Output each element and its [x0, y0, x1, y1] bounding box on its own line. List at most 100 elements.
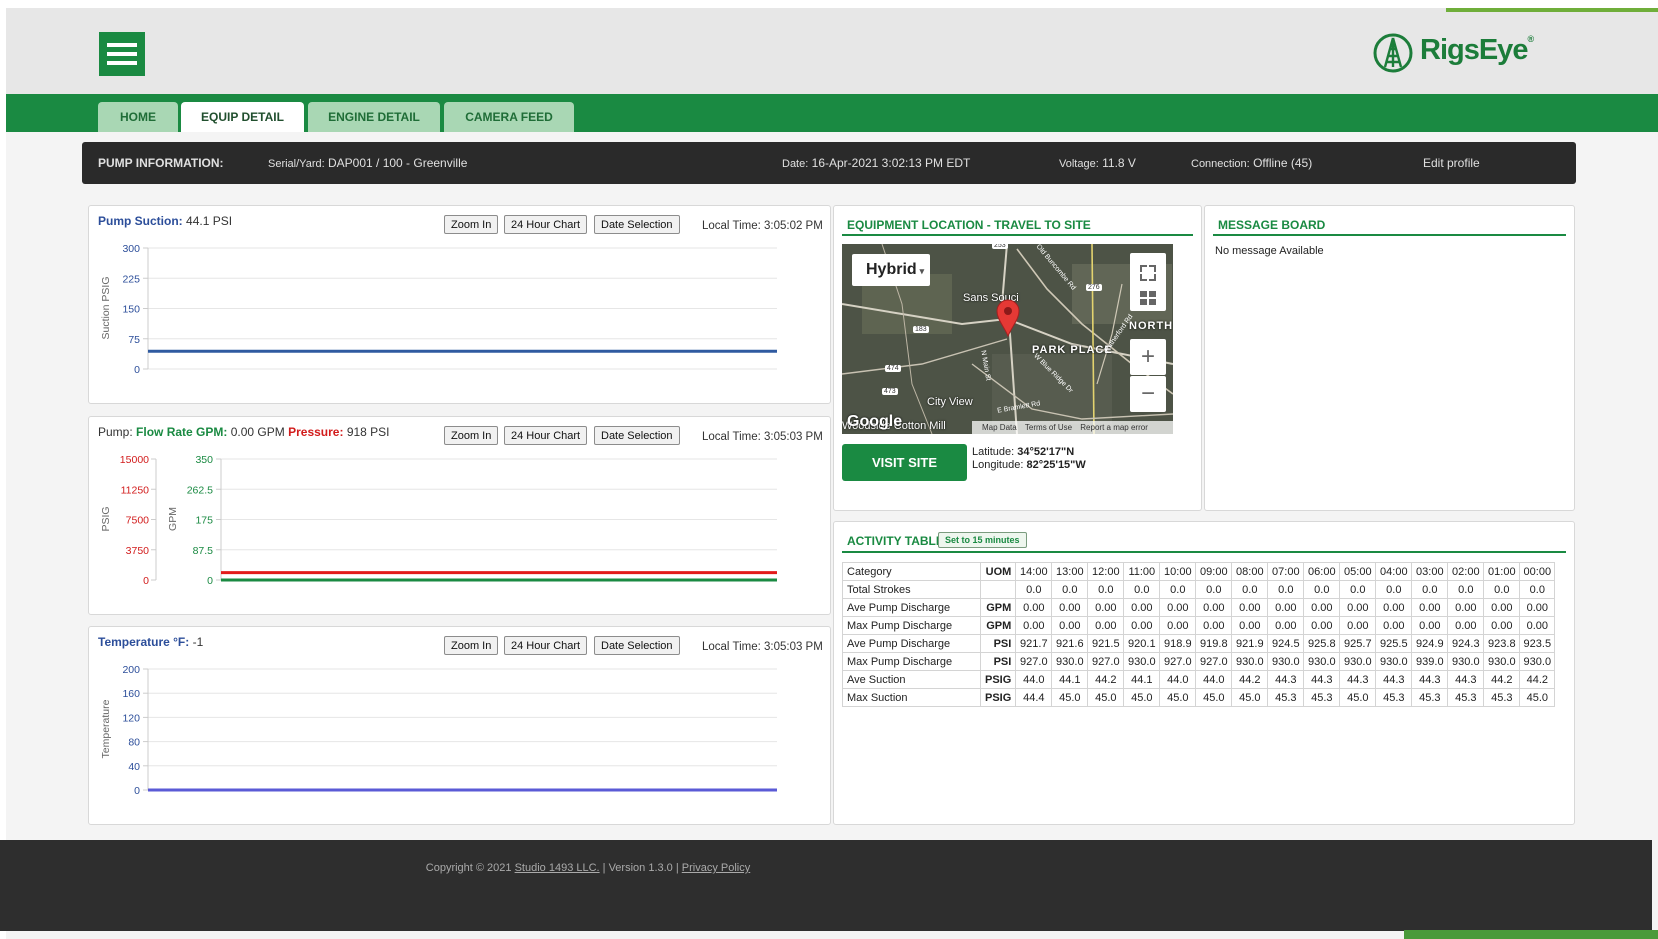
table-cell — [979, 580, 1017, 599]
table-cell: 0.00 — [1195, 598, 1233, 617]
y-tick-label: 150 — [122, 304, 140, 316]
privacy-policy-link[interactable]: Privacy Policy — [682, 862, 750, 874]
terms-of-use-link[interactable]: Terms of Use — [1025, 423, 1072, 432]
derrick-icon — [1373, 33, 1413, 73]
section-rule — [842, 551, 1566, 553]
map-fullscreen-controls[interactable] — [1130, 253, 1166, 311]
rigseye-logo: RigsEye® — [1372, 32, 1534, 74]
y-tick-label-right: 350 — [195, 454, 213, 466]
table-cell: 45.0 — [1123, 688, 1161, 707]
route-shield: 473 — [882, 388, 898, 395]
temperature-chart: 200 160 120 80 40 0 Temperature — [100, 664, 777, 797]
tab-home[interactable]: HOME — [98, 102, 178, 132]
table-cell: 0.0 — [1519, 580, 1556, 599]
table-cell: 0.00 — [1339, 598, 1377, 617]
y-tick-label-left: 15000 — [120, 454, 149, 466]
table-cell: 930.0 — [1447, 652, 1485, 671]
table-cell: Total Strokes — [842, 580, 981, 599]
table-cell: 45.0 — [1231, 688, 1269, 707]
table-cell: 930.0 — [1231, 652, 1269, 671]
zoom-in-map-button[interactable]: + — [1130, 339, 1166, 375]
table-cell: GPM — [979, 598, 1017, 617]
route-shield: 474 — [885, 365, 901, 372]
table-cell: 45.3 — [1375, 688, 1413, 707]
y-axis-label: GPM — [167, 507, 179, 531]
table-cell: 0.00 — [1339, 616, 1377, 635]
table-cell: 44.0 — [1159, 670, 1197, 689]
table-cell: 930.0 — [1303, 652, 1341, 671]
map-marker-icon[interactable] — [995, 299, 1021, 337]
set-15-minutes-button[interactable]: Set to 15 minutes — [938, 532, 1027, 548]
table-cell: 930.0 — [1483, 652, 1521, 671]
table-cell: 45.3 — [1267, 688, 1305, 707]
nav-tabs: HOME EQUIP DETAIL ENGINE DETAIL CAMERA F… — [6, 94, 1658, 132]
pump-info-label: PUMP INFORMATION: — [98, 156, 224, 170]
table-cell: 0.0 — [1051, 580, 1089, 599]
map-label: NORTH — [1129, 320, 1173, 332]
table-header-cell: 07:00 — [1267, 562, 1305, 581]
table-header-cell: 11:00 — [1123, 562, 1161, 581]
y-axis-label: Suction PSIG — [100, 276, 112, 339]
table-header-cell: 08:00 — [1231, 562, 1269, 581]
table-header-cell: 14:00 — [1015, 562, 1053, 581]
table-header-cell: 02:00 — [1447, 562, 1485, 581]
table-cell: 0.0 — [1483, 580, 1521, 599]
tab-camera-feed[interactable]: CAMERA FEED — [444, 102, 574, 132]
table-header-row: Category UOM 14:00 13:00 12:00 11:00 10:00 09:0… — [842, 562, 1556, 581]
table-cell: 939.0 — [1411, 652, 1449, 671]
table-row: Max Pump Discharge PSI 927.0 930.0 927.0 930.… — [842, 652, 1556, 671]
table-cell: 44.0 — [1015, 670, 1053, 689]
tab-engine-detail[interactable]: ENGINE DETAIL — [308, 102, 440, 132]
table-cell: 45.0 — [1051, 688, 1089, 707]
table-cell: 45.0 — [1159, 688, 1197, 707]
company-link[interactable]: Studio 1493 LLC. — [515, 862, 600, 874]
visit-site-button[interactable]: VISIT SITE — [842, 444, 967, 481]
table-cell: 0.0 — [1303, 580, 1341, 599]
table-cell: 0.00 — [1483, 598, 1521, 617]
table-header-cell: 06:00 — [1303, 562, 1341, 581]
pump-info-bar: PUMP INFORMATION: Serial/Yard: DAP001 / … — [82, 142, 1576, 184]
y-tick-label: 160 — [122, 688, 140, 700]
date-label: Date: — [782, 158, 809, 170]
edit-profile-link[interactable]: Edit profile — [1423, 156, 1480, 170]
table-cell: 923.8 — [1483, 634, 1521, 653]
voltage-value: 11.8 V — [1102, 156, 1136, 170]
satellite-map[interactable]: Sans Souci PARK PLACE NORTH City View Wo… — [842, 244, 1173, 434]
zoom-out-map-button[interactable]: − — [1130, 376, 1166, 412]
y-tick-label-right: 87.5 — [193, 545, 214, 557]
tab-equip-detail[interactable]: EQUIP DETAIL — [181, 102, 304, 132]
y-axis-label: PSIG — [100, 506, 112, 531]
table-cell: 927.0 — [1195, 652, 1233, 671]
table-cell: PSI — [979, 634, 1017, 653]
table-cell: 0.00 — [1303, 598, 1341, 617]
table-cell: 0.00 — [1303, 616, 1341, 635]
table-cell: 925.7 — [1339, 634, 1377, 653]
table-cell: 921.7 — [1015, 634, 1053, 653]
corner-accent — [1446, 8, 1658, 12]
table-cell: 44.4 — [1015, 688, 1053, 707]
table-cell: 0.0 — [1159, 580, 1197, 599]
table-cell: 0.0 — [1015, 580, 1053, 599]
table-cell: 0.00 — [1447, 598, 1485, 617]
table-cell: 930.0 — [1267, 652, 1305, 671]
table-cell: 0.0 — [1411, 580, 1449, 599]
hamburger-menu-button[interactable] — [99, 32, 145, 76]
message-board-panel: MESSAGE BOARD No message Available — [1204, 205, 1575, 511]
table-cell: 44.2 — [1087, 670, 1125, 689]
table-header-cell: 13:00 — [1051, 562, 1089, 581]
table-header-cell: 12:00 — [1087, 562, 1125, 581]
y-tick-label: 120 — [122, 712, 140, 724]
map-type-label: Hybrid — [866, 261, 917, 278]
serial-label: Serial/Yard: — [268, 158, 325, 170]
table-cell: 0.00 — [1447, 616, 1485, 635]
map-type-dropdown[interactable]: Hybrid ▾ — [852, 254, 930, 286]
table-cell: 0.00 — [1123, 598, 1161, 617]
map-data-link[interactable]: Map Data — [982, 423, 1017, 432]
footer-accent — [1404, 930, 1658, 939]
table-cell: 44.3 — [1411, 670, 1449, 689]
table-cell: 921.6 — [1051, 634, 1089, 653]
minus-icon: − — [1140, 380, 1155, 407]
table-cell: 0.00 — [1195, 616, 1233, 635]
table-cell: 44.2 — [1519, 670, 1556, 689]
report-map-error-link[interactable]: Report a map error — [1080, 423, 1148, 432]
